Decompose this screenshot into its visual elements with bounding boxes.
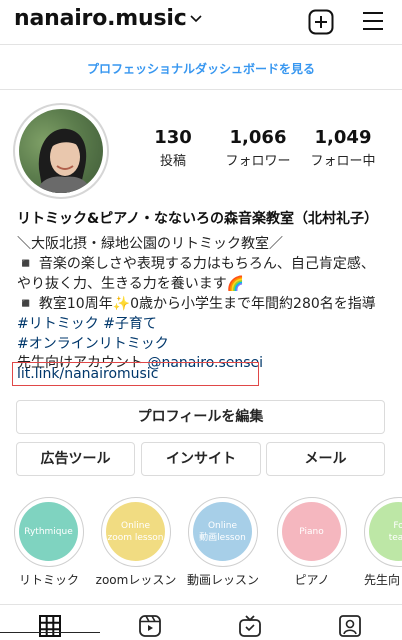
email-button[interactable]: メール	[266, 442, 385, 476]
menu-icon[interactable]	[361, 10, 385, 32]
insights-button[interactable]: インサイト	[141, 442, 261, 476]
igtv-icon[interactable]	[238, 614, 262, 638]
profile-name: リトミック&ピアノ・なないろの森音楽教室（北村礼子）	[17, 211, 378, 227]
bio-hashtags: #オンラインリトミック	[17, 333, 169, 353]
hashtag-link[interactable]: #リトミック	[17, 316, 99, 332]
active-tab-indicator	[0, 632, 100, 633]
grid-icon[interactable]	[38, 614, 62, 638]
posts-label: 投稿	[159, 154, 186, 169]
edit-profile-button[interactable]: プロフィールを編集	[16, 400, 385, 434]
bio-hashtags: #リトミック #子育て	[17, 313, 157, 333]
profile-tab-bar	[0, 608, 402, 640]
top-bar: nanairo.music	[0, 0, 402, 44]
profile-avatar[interactable]	[13, 103, 109, 199]
story-highlight[interactable]: Online 動画lesson 動画レッスン	[187, 497, 259, 588]
highlight-label: 先生向	[364, 573, 401, 587]
followers-label: フォロワー	[225, 154, 291, 169]
highlight-label: 動画レッスン	[186, 573, 259, 587]
account-switcher[interactable]: nanairo.music	[14, 6, 187, 31]
posts-count[interactable]: 130 投稿	[128, 127, 218, 169]
bio-text: ◾️ 教室10周年	[17, 296, 113, 312]
avatar-photo	[19, 109, 103, 193]
highlight-cover: Fo teac	[369, 502, 402, 561]
divider	[0, 604, 402, 605]
link-highlight-box	[12, 362, 259, 386]
bio-line: ◾️ 教室10周年✨0歳から小学生まで年間約280名を指導	[17, 293, 376, 313]
hashtag-link[interactable]: #オンラインリトミック	[17, 336, 169, 352]
reels-icon[interactable]	[138, 614, 162, 638]
chevron-down-icon[interactable]	[190, 14, 202, 24]
bio-text: 0歳から小学生まで年間約280名を指導	[130, 296, 376, 312]
bio-line: やり抜く力、生きる力を養います🌈	[17, 276, 245, 292]
ad-tools-button[interactable]: 広告ツール	[16, 442, 135, 476]
story-highlight-clip: Fo teac 先生向	[364, 497, 402, 607]
highlight-ring: Online zoom lesson	[101, 497, 171, 567]
divider	[0, 89, 402, 90]
highlight-ring: Rythmique	[14, 497, 84, 567]
posts-value: 130	[154, 127, 192, 148]
highlight-cover: Online zoom lesson	[106, 502, 165, 561]
highlight-ring: Fo teac	[364, 497, 402, 567]
bio-line: ◾️ 音楽の楽しさや表現する力はもちろん、自己肯定感、	[17, 256, 375, 272]
highlight-ring: Piano	[277, 497, 347, 567]
story-highlight[interactable]: Fo teac 先生向	[364, 497, 402, 588]
story-highlight[interactable]: Piano ピアノ	[277, 497, 347, 588]
highlight-ring: Online 動画lesson	[188, 497, 258, 567]
story-highlight[interactable]: Rythmique リトミック	[14, 497, 84, 588]
bio-line: ＼大阪北摂・緑地公園のリトミック教室／	[17, 236, 283, 252]
following-count[interactable]: 1,049 フォロー中	[298, 127, 388, 169]
highlight-cover: Piano	[282, 502, 341, 561]
followers-count[interactable]: 1,066 フォロワー	[213, 127, 303, 169]
followers-value: 1,066	[229, 127, 287, 148]
new-post-icon[interactable]	[308, 9, 334, 35]
highlight-cover: Rythmique	[19, 502, 78, 561]
professional-dashboard-link[interactable]: プロフェッショナルダッシュボードを見る	[0, 60, 402, 77]
divider	[0, 44, 402, 45]
highlight-label: リトミック	[18, 573, 79, 587]
story-highlight[interactable]: Online zoom lesson zoomレッスン	[96, 497, 176, 588]
sparkles-icon: ✨	[112, 296, 131, 312]
following-label: フォロー中	[310, 154, 376, 169]
hashtag-link[interactable]: #子育て	[103, 316, 157, 332]
tagged-icon[interactable]	[338, 614, 362, 638]
highlight-label: zoomレッスン	[95, 573, 177, 587]
highlight-cover: Online 動画lesson	[193, 502, 252, 561]
following-value: 1,049	[314, 127, 372, 148]
highlight-label: ピアノ	[294, 573, 330, 587]
